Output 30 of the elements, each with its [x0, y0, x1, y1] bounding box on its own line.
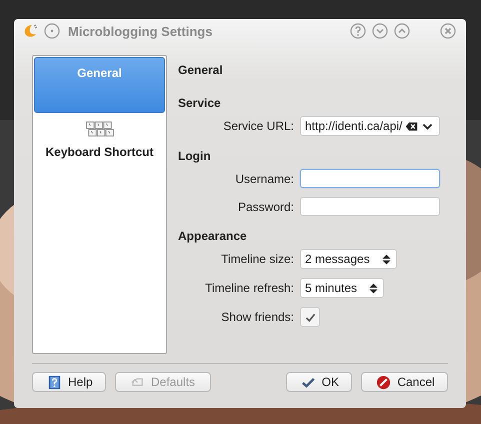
input-field[interactable]	[300, 169, 440, 188]
field-label: Password:	[236, 200, 294, 214]
minimize-icon[interactable]	[372, 23, 388, 39]
clear-icon	[405, 120, 418, 132]
spin-box[interactable]: 5 minutes	[300, 278, 384, 298]
field-label: Show friends:	[220, 310, 294, 324]
pin-icon[interactable]	[44, 23, 60, 39]
field-label: Timeline refresh:	[204, 281, 294, 295]
page-title: General	[178, 63, 224, 79]
field-label: Service URL:	[222, 119, 294, 133]
maximize-icon[interactable]	[394, 23, 410, 39]
dialog-button[interactable]: OK	[286, 372, 352, 392]
section-heading: Appearance	[178, 229, 248, 243]
field-label: Username:	[234, 172, 294, 186]
field-label: Timeline size:	[220, 252, 294, 266]
book-help-icon	[47, 374, 62, 390]
url-combo-box[interactable]: http://identi.ca/api/	[300, 116, 440, 136]
section-heading: Service	[178, 96, 222, 110]
stop-icon	[376, 374, 392, 390]
checkbox[interactable]	[300, 307, 320, 327]
window-title: Microblogging Settings	[68, 24, 212, 38]
spin-box[interactable]: 2 messages	[300, 249, 397, 269]
input-field[interactable]	[300, 197, 440, 216]
dialog-button[interactable]: Cancel	[361, 372, 448, 392]
help-icon[interactable]	[350, 23, 366, 39]
dialog-button[interactable]: Help	[32, 372, 106, 392]
section-heading: Login	[178, 149, 212, 163]
close-icon[interactable]	[440, 23, 456, 39]
page-item[interactable]: Keyboard Shortcut	[34, 113, 165, 169]
keyboard-icon	[86, 121, 114, 137]
